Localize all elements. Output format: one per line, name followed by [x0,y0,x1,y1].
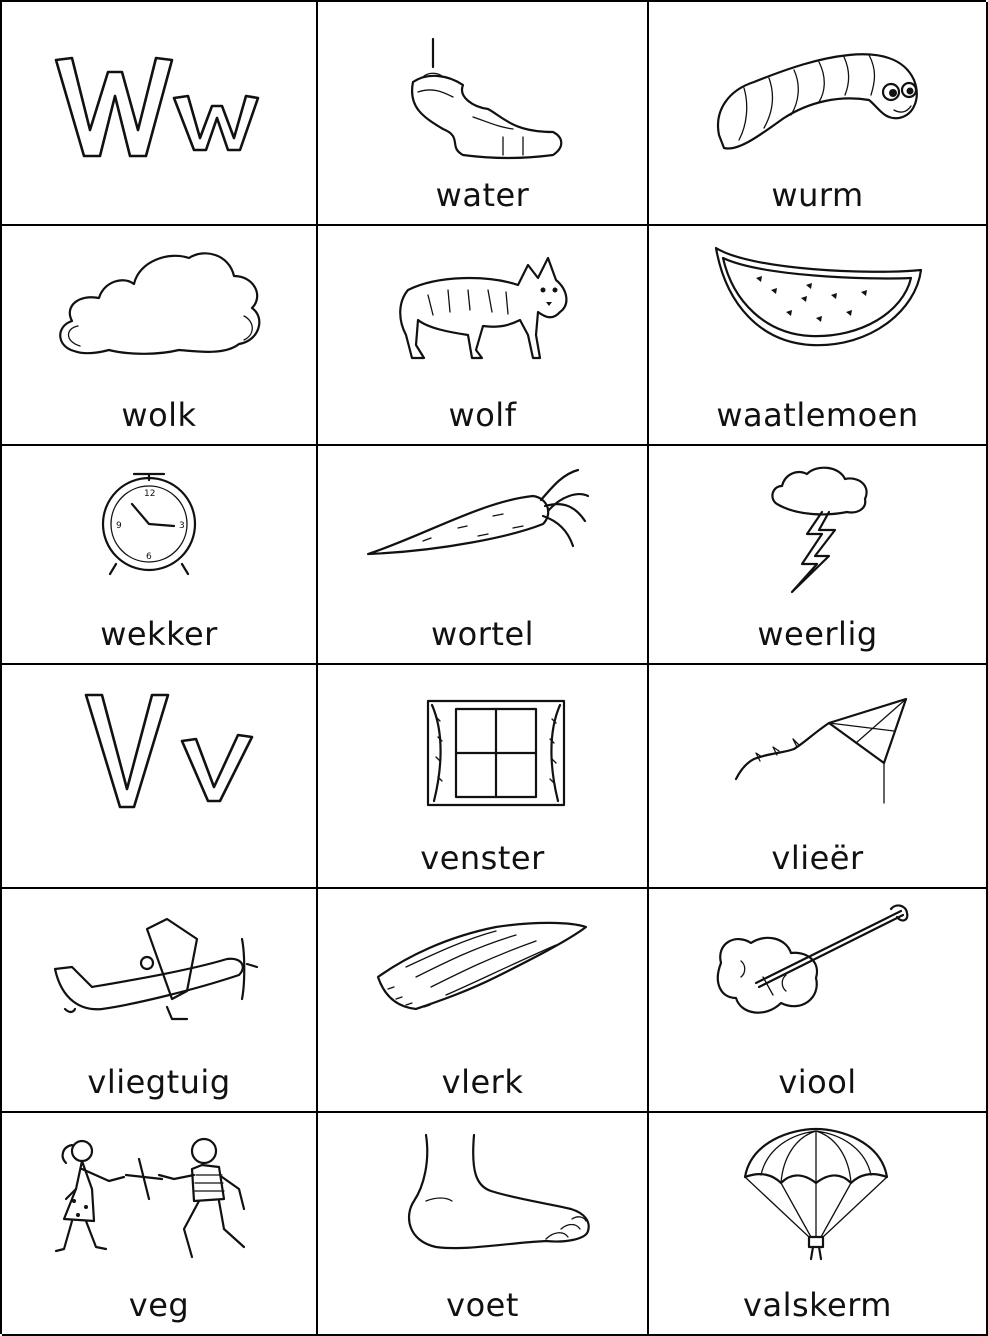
parachute-icon [743,1127,889,1261]
card-vliegtuig: vliegtuig [2,889,318,1113]
card-waatlemoen: waatlemoen [649,226,988,446]
svg-text:9: 9 [116,521,122,531]
card-viool: viool [649,889,988,1113]
svg-text:6: 6 [146,552,152,562]
card-label: wolf [448,396,517,434]
card-label: vlerk [441,1063,524,1101]
svg-text:3: 3 [179,521,185,531]
card-label: voet [446,1286,519,1324]
svg-text:12: 12 [144,489,155,499]
card-veg: veg [2,1113,318,1336]
card-label: vlieër [771,839,864,877]
lightning-icon [771,466,868,594]
alarm-clock-icon: 12 3 6 9 [101,472,197,576]
letter-v-icon [84,693,254,809]
card-letter-v [2,665,318,889]
water-stream-icon [410,37,563,160]
card-weerlig: weerlig [649,446,988,665]
children-fighting-icon [54,1137,246,1259]
card-wurm: wurm [649,2,988,226]
flashcard-sheet: water wurm wolk wolf waatlemoen 12 3 6 9… [0,0,988,1336]
card-water: water [318,2,649,226]
cloud-icon [59,252,261,355]
flashcard-grid: water wurm wolk wolf waatlemoen 12 3 6 9… [0,0,988,1336]
card-vlieer: vlieër [649,665,988,889]
kite-icon [734,697,908,804]
card-wolf: wolf [318,226,649,446]
violin-icon [716,904,909,1014]
wolf-icon [399,256,568,360]
card-label: veg [128,1286,190,1324]
card-wekker: 12 3 6 9 wekker [2,446,318,665]
card-vlerk: vlerk [318,889,649,1113]
letter-w-icon [54,56,260,158]
card-venster: venster [318,665,649,889]
card-valskerm: valskerm [649,1113,988,1336]
card-wolk: wolk [2,226,318,446]
card-wortel: wortel [318,446,649,665]
card-label: waatlemoen [716,396,919,434]
card-label: wurm [771,176,864,214]
foot-icon [407,1133,590,1250]
card-label: weerlig [757,615,878,653]
card-label: water [435,176,530,214]
wing-icon [376,921,588,1011]
card-label: valskerm [743,1286,892,1324]
card-label: venster [420,839,545,877]
worm-icon [716,53,918,150]
card-label: vliegtuig [87,1063,231,1101]
card-letter-w [2,2,318,226]
card-label: wortel [430,615,535,653]
window-icon [426,699,566,807]
card-label: wolk [121,396,197,434]
card-label: viool [778,1063,857,1101]
watermelon-icon [714,246,923,347]
card-label: wekker [100,615,218,653]
carrot-icon [366,468,590,556]
airplane-icon [53,917,259,1021]
card-voet: voet [318,1113,649,1336]
